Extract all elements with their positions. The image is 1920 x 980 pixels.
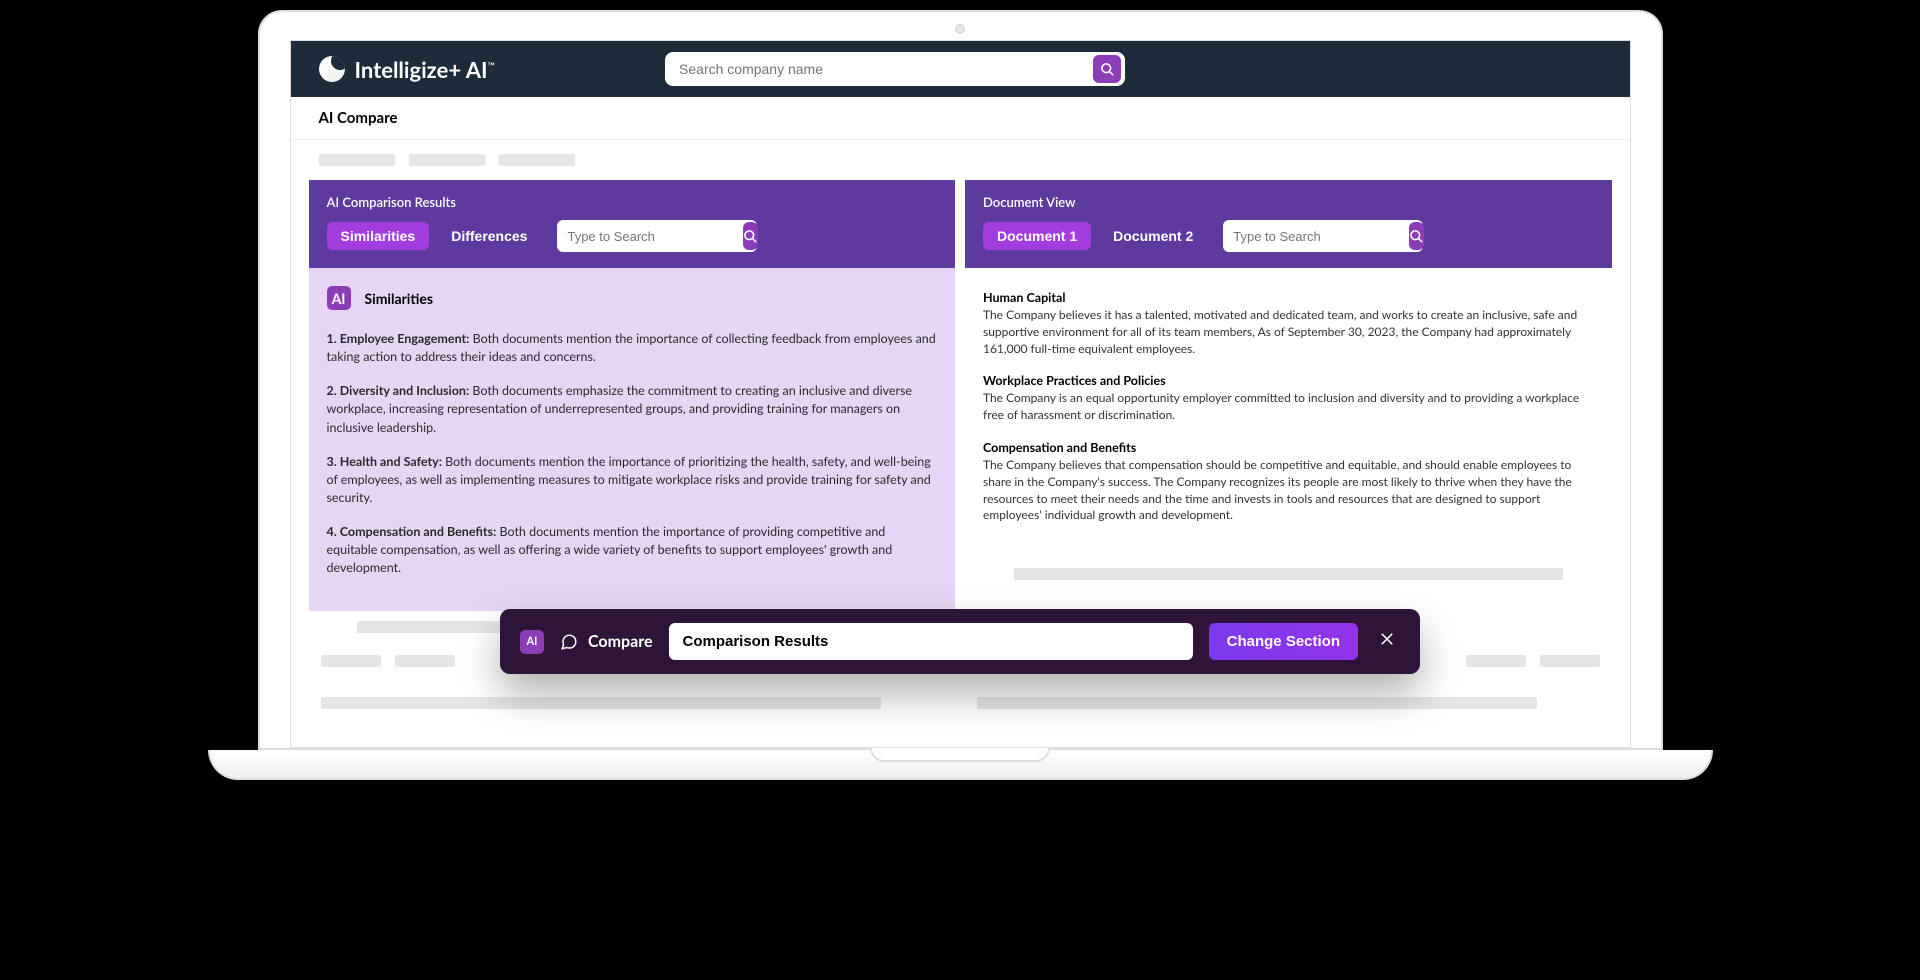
doc-section-text: The Company believes it has a talented, … [983,307,1594,357]
list-item: 1. Employee Engagement: Both documents m… [327,330,938,366]
list-item: 3. Health and Safety: Both documents men… [327,453,938,507]
comparison-panel-title: AI Comparison Results [327,194,938,210]
breadcrumb-placeholder [291,140,1630,180]
doc-section-heading: Compensation and Benefits [983,440,1594,455]
document-search-button[interactable] [1409,222,1424,250]
search-icon [743,229,758,244]
comparison-search-input[interactable] [567,229,743,244]
doc-section: Compensation and Benefits The Company be… [983,440,1594,524]
close-icon [1378,630,1396,648]
document-panel-title: Document View [983,194,1594,210]
brand-name: Intelligize+ AI™ [355,56,496,83]
change-section-button[interactable]: Change Section [1209,623,1358,660]
logo-icon [319,56,345,82]
search-icon [1409,229,1424,244]
ai-badge-icon: AI [327,286,351,310]
tab-document-1[interactable]: Document 1 [983,222,1091,250]
placeholder-row [291,697,1630,709]
close-button[interactable] [1374,626,1400,658]
comparison-results-input[interactable] [669,623,1193,660]
compare-label: Compare [588,632,653,651]
list-item: 2. Diversity and Inclusion: Both documen… [327,382,938,436]
laptop-mockup: Intelligize+ AI™ AI Compare AI Compariso [258,10,1663,780]
search-icon [1100,62,1115,77]
tab-document-2[interactable]: Document 2 [1099,222,1207,250]
page-title: AI Compare [291,97,1630,140]
tab-similarities[interactable]: Similarities [327,222,430,250]
doc-section: Workplace Practices and Policies The Com… [983,373,1594,424]
company-search-button[interactable] [1093,55,1121,83]
company-search-input[interactable] [679,61,1093,77]
compare-floating-bar: AI Compare Change Section [500,609,1420,674]
ai-badge-icon: AI [520,630,544,654]
doc-section-text: The Company is an equal opportunity empl… [983,390,1594,424]
placeholder-bar [1014,568,1563,580]
message-icon [560,633,578,651]
doc-section-text: The Company believes that compensation s… [983,457,1594,524]
doc-section-heading: Workplace Practices and Policies [983,373,1594,388]
comparison-search[interactable] [557,220,757,252]
similarities-heading: Similarities [365,290,434,307]
document-panel: Document View Document 1 Document 2 [965,180,1612,643]
document-search-input[interactable] [1233,229,1409,244]
laptop-base [208,750,1713,780]
company-search[interactable] [665,52,1125,86]
document-search[interactable] [1223,220,1423,252]
doc-section-heading: Human Capital [983,290,1594,305]
camera-dot [955,24,965,34]
comparison-panel: AI Comparison Results Similarities Diffe… [309,180,956,643]
list-item: 4. Compensation and Benefits: Both docum… [327,523,938,577]
tab-differences[interactable]: Differences [437,222,541,250]
doc-section: Human Capital The Company believes it ha… [983,290,1594,357]
app-header: Intelligize+ AI™ [291,41,1630,97]
comparison-search-button[interactable] [743,222,758,250]
